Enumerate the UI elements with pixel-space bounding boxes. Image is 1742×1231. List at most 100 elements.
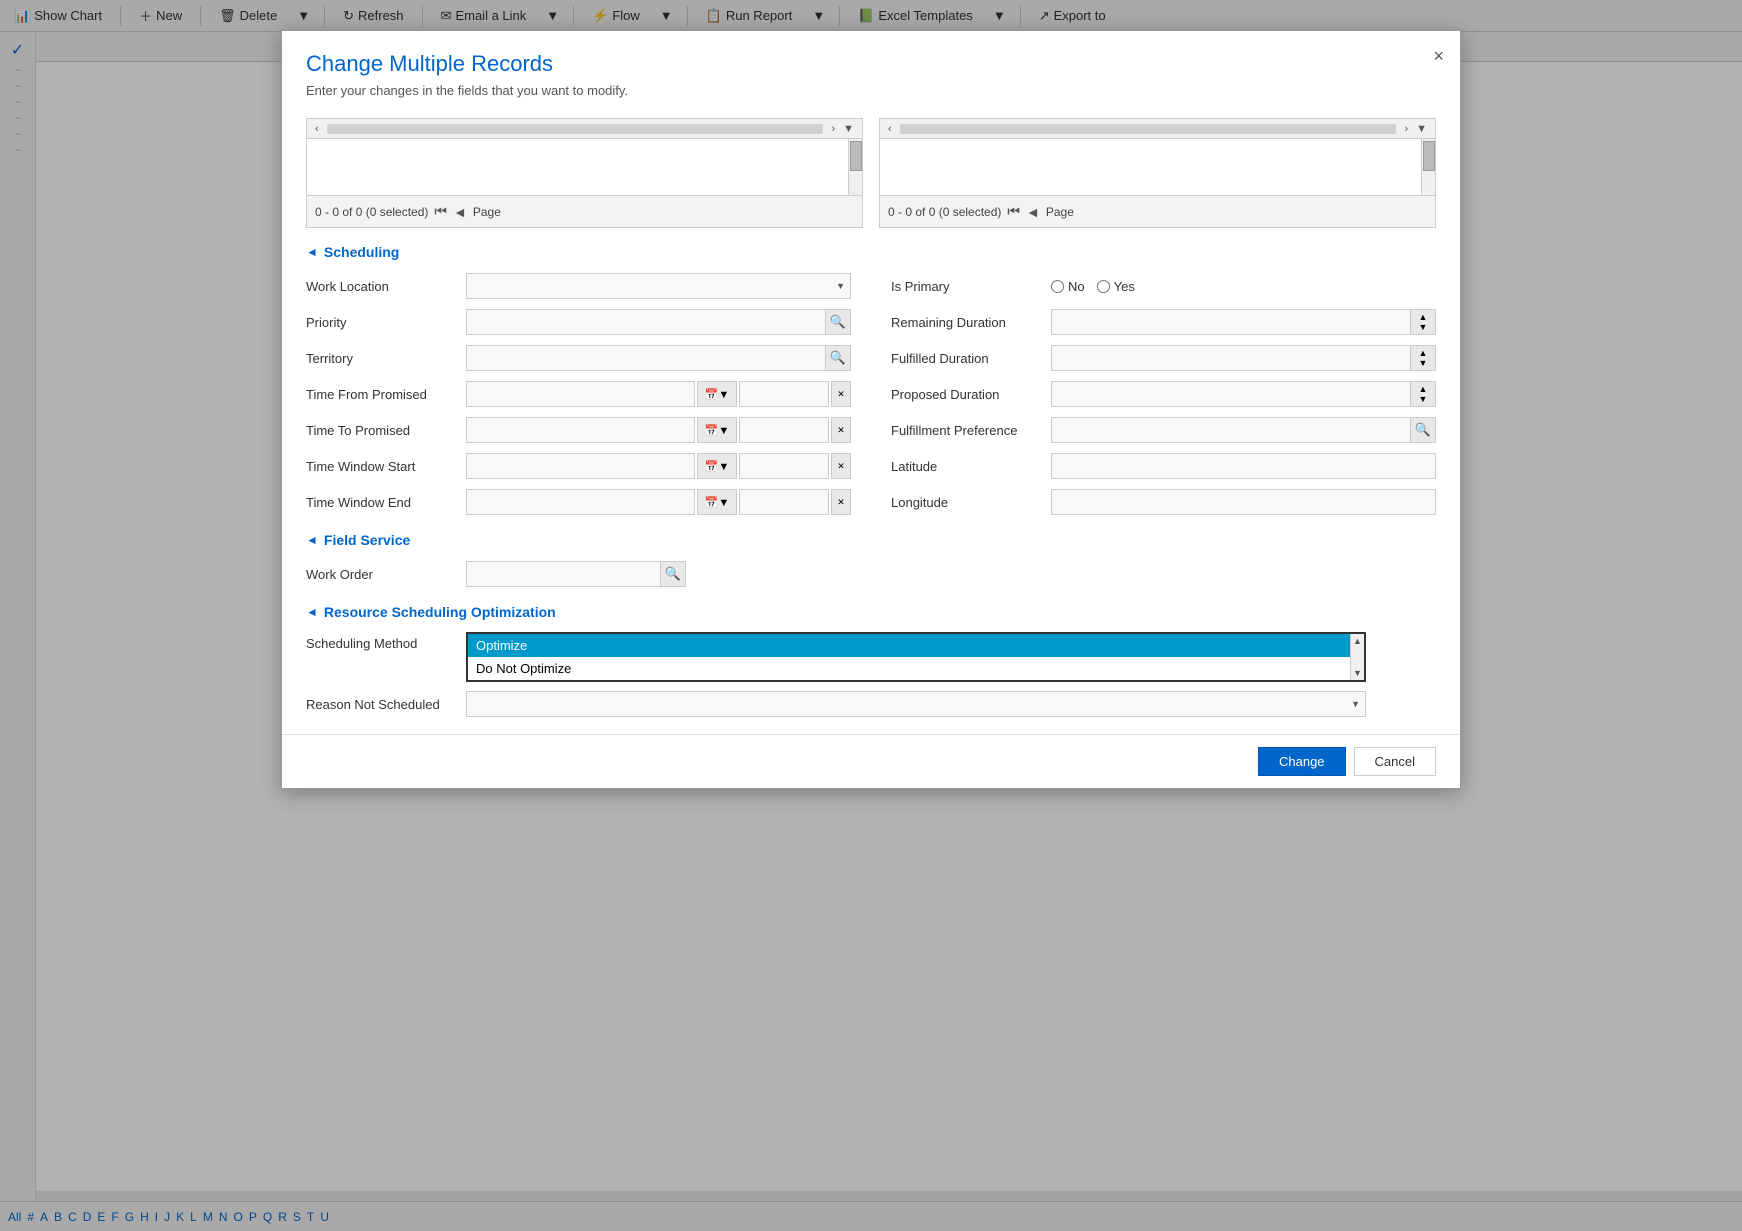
work-order-label: Work Order bbox=[306, 567, 466, 582]
right-pagination: 0 - 0 of 0 (0 selected) bbox=[888, 205, 1001, 219]
remaining-duration-control: ▲▼ bbox=[1051, 309, 1436, 335]
longitude-input[interactable] bbox=[1051, 489, 1436, 515]
time-window-start-date-input[interactable] bbox=[466, 453, 695, 479]
field-service-collapse-arrow[interactable]: ◄ bbox=[306, 533, 318, 547]
time-window-end-date-input[interactable] bbox=[466, 489, 695, 515]
reason-not-scheduled-label: Reason Not Scheduled bbox=[306, 697, 466, 712]
resource-scheduling-section-label: Resource Scheduling Optimization bbox=[324, 604, 556, 620]
scheduling-section-header: ◄ Scheduling bbox=[306, 244, 1436, 260]
time-window-start-time-input[interactable] bbox=[739, 453, 829, 479]
scheduling-method-dropdown-container: Optimize Do Not Optimize ▲ ▼ bbox=[466, 632, 1436, 682]
longitude-label: Longitude bbox=[891, 495, 1051, 510]
proposed-duration-label: Proposed Duration bbox=[891, 387, 1051, 402]
time-window-start-calendar-btn[interactable]: 📅▼ bbox=[697, 453, 737, 479]
territory-row: Territory 🔍 bbox=[306, 344, 851, 372]
time-window-end-time-down[interactable]: ✕ bbox=[831, 489, 851, 515]
right-scroll-down[interactable]: ▼ bbox=[1412, 122, 1431, 136]
left-first-page-btn[interactable]: ⏮ bbox=[434, 203, 447, 220]
territory-lookup-btn[interactable]: 🔍 bbox=[825, 345, 851, 371]
right-scroll-left[interactable]: ‹ bbox=[884, 122, 896, 136]
priority-input[interactable] bbox=[466, 309, 825, 335]
work-location-control bbox=[466, 273, 851, 299]
territory-input[interactable] bbox=[466, 345, 825, 371]
right-prev-page-btn[interactable]: ◄ bbox=[1026, 204, 1040, 220]
right-scroll-track[interactable] bbox=[900, 124, 1397, 134]
time-window-end-time-input[interactable] bbox=[739, 489, 829, 515]
left-prev-page-btn[interactable]: ◄ bbox=[453, 204, 467, 220]
left-scroll-track[interactable] bbox=[327, 124, 824, 134]
right-page-label: Page bbox=[1046, 205, 1074, 219]
time-from-promised-label: Time From Promised bbox=[306, 387, 466, 402]
priority-control: 🔍 bbox=[466, 309, 851, 335]
latitude-input[interactable] bbox=[1051, 453, 1436, 479]
left-scroll-down[interactable]: ▼ bbox=[839, 122, 858, 136]
modal-footer: Change Cancel bbox=[282, 734, 1460, 788]
remaining-duration-input[interactable] bbox=[1051, 309, 1410, 335]
time-from-promised-time-input[interactable] bbox=[739, 381, 829, 407]
is-primary-no[interactable]: No bbox=[1051, 279, 1085, 294]
time-from-promised-control: 📅▼ ✕ bbox=[466, 381, 851, 407]
time-to-promised-time-down[interactable]: ✕ bbox=[831, 417, 851, 443]
time-from-promised-date-input[interactable] bbox=[466, 381, 695, 407]
fulfilled-duration-input[interactable] bbox=[1051, 345, 1410, 371]
time-window-start-time-down[interactable]: ✕ bbox=[831, 453, 851, 479]
right-first-page-btn[interactable]: ⏮ bbox=[1007, 203, 1020, 220]
latitude-row: Latitude bbox=[891, 452, 1436, 480]
left-table-scroll: ‹ › ▼ bbox=[307, 119, 862, 139]
remaining-duration-row: Remaining Duration ▲▼ bbox=[891, 308, 1436, 336]
modal-title: Change Multiple Records bbox=[306, 51, 1436, 77]
dropdown-scroll-up[interactable]: ▲ bbox=[1353, 636, 1362, 646]
fulfillment-preference-input[interactable] bbox=[1051, 417, 1410, 443]
fulfillment-preference-control: 🔍 bbox=[1051, 417, 1436, 443]
modal-overlay: Change Multiple Records Enter your chang… bbox=[0, 0, 1742, 1231]
is-primary-yes[interactable]: Yes bbox=[1097, 279, 1135, 294]
is-primary-control: No Yes bbox=[1051, 279, 1436, 294]
resource-scheduling-collapse-arrow[interactable]: ◄ bbox=[306, 605, 318, 619]
time-from-promised-row: Time From Promised 📅▼ ✕ bbox=[306, 380, 851, 408]
is-primary-no-radio[interactable] bbox=[1051, 280, 1064, 293]
field-service-section-header: ◄ Field Service bbox=[306, 532, 1436, 548]
territory-label: Territory bbox=[306, 351, 466, 366]
left-scroll-left[interactable]: ‹ bbox=[311, 122, 323, 136]
time-to-promised-time-input[interactable] bbox=[739, 417, 829, 443]
cancel-button[interactable]: Cancel bbox=[1354, 747, 1436, 776]
remaining-duration-label: Remaining Duration bbox=[891, 315, 1051, 330]
proposed-duration-control: ▲▼ bbox=[1051, 381, 1436, 407]
left-table-scrollbar bbox=[848, 139, 862, 195]
field-service-section-label: Field Service bbox=[324, 532, 410, 548]
time-to-promised-calendar-btn[interactable]: 📅▼ bbox=[697, 417, 737, 443]
time-window-start-control: 📅▼ ✕ bbox=[466, 453, 851, 479]
left-scroll-right[interactable]: › bbox=[827, 122, 839, 136]
scheduling-method-option-optimize[interactable]: Optimize bbox=[468, 634, 1364, 657]
dropdown-scroll-down[interactable]: ▼ bbox=[1353, 668, 1362, 678]
proposed-duration-spinner[interactable]: ▲▼ bbox=[1410, 381, 1436, 407]
priority-lookup-btn[interactable]: 🔍 bbox=[825, 309, 851, 335]
proposed-duration-input[interactable] bbox=[1051, 381, 1410, 407]
work-order-input[interactable] bbox=[466, 561, 660, 587]
left-scrollbar-thumb[interactable] bbox=[850, 141, 862, 171]
is-primary-yes-radio[interactable] bbox=[1097, 280, 1110, 293]
fulfillment-preference-lookup-btn[interactable]: 🔍 bbox=[1410, 417, 1436, 443]
time-from-promised-time-down[interactable]: ✕ bbox=[831, 381, 851, 407]
work-location-select[interactable] bbox=[466, 273, 851, 299]
time-window-end-calendar-btn[interactable]: 📅▼ bbox=[697, 489, 737, 515]
work-order-lookup-btn[interactable]: 🔍 bbox=[660, 561, 686, 587]
time-window-start-row: Time Window Start 📅▼ ✕ bbox=[306, 452, 851, 480]
longitude-row: Longitude bbox=[891, 488, 1436, 516]
scheduling-collapse-arrow[interactable]: ◄ bbox=[306, 245, 318, 259]
change-button[interactable]: Change bbox=[1258, 747, 1346, 776]
right-scrollbar-thumb[interactable] bbox=[1423, 141, 1435, 171]
scheduling-method-option-do-not-optimize[interactable]: Do Not Optimize bbox=[468, 657, 1364, 680]
right-table-scrollbar bbox=[1421, 139, 1435, 195]
modal-close-button[interactable]: × bbox=[1433, 47, 1444, 65]
modal-content[interactable]: ‹ › ▼ 0 - 0 of 0 (0 selected) ⏮ ◄ Page bbox=[282, 110, 1460, 734]
fulfillment-preference-row: Fulfillment Preference 🔍 bbox=[891, 416, 1436, 444]
left-table-footer: 0 - 0 of 0 (0 selected) ⏮ ◄ Page bbox=[307, 195, 862, 227]
remaining-duration-spinner[interactable]: ▲▼ bbox=[1410, 309, 1436, 335]
fulfilled-duration-spinner[interactable]: ▲▼ bbox=[1410, 345, 1436, 371]
time-to-promised-date-input[interactable] bbox=[466, 417, 695, 443]
reason-not-scheduled-select[interactable] bbox=[466, 691, 1366, 717]
right-scroll-right[interactable]: › bbox=[1400, 122, 1412, 136]
scheduling-section-label: Scheduling bbox=[324, 244, 399, 260]
time-from-promised-calendar-btn[interactable]: 📅▼ bbox=[697, 381, 737, 407]
